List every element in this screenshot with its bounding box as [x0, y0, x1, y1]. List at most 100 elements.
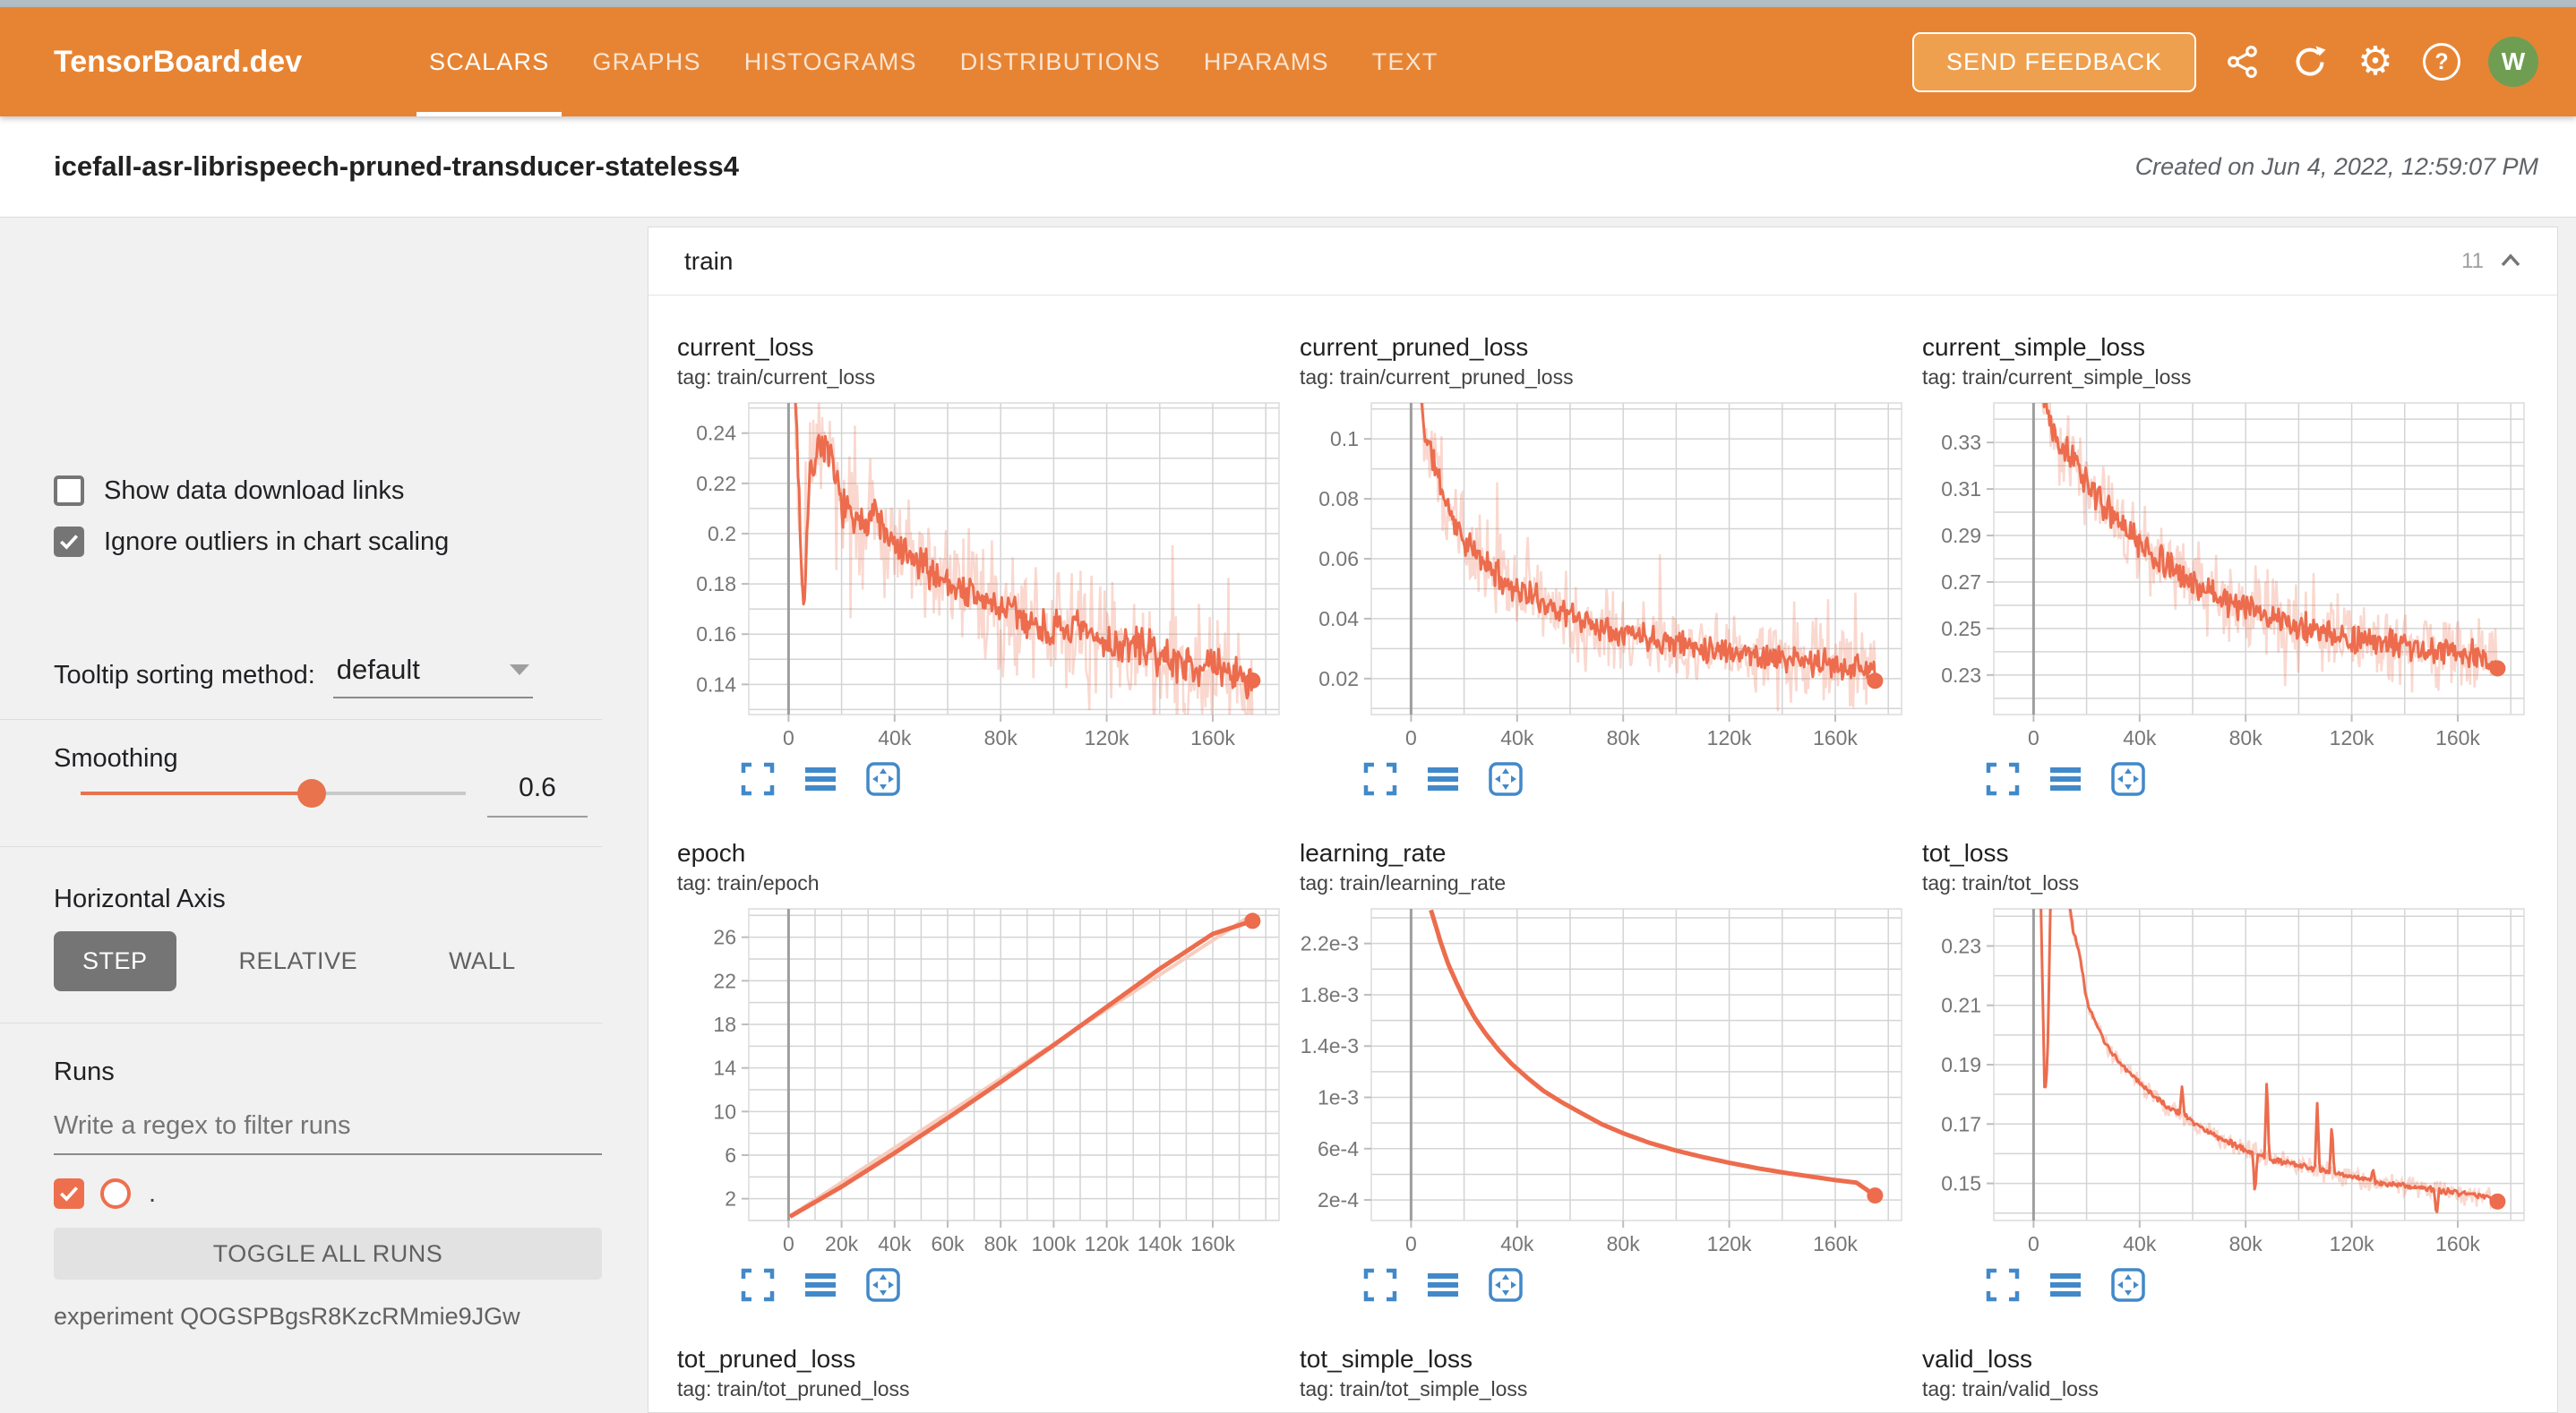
run-color-swatch-icon[interactable] — [100, 1178, 131, 1209]
run-checkbox[interactable] — [54, 1178, 84, 1209]
tooltip-sorting-value: default — [337, 654, 420, 686]
chart-plot-learning_rate[interactable]: 040k80k120k160k2.2e-31.8e-31.4e-31e-36e-… — [1298, 902, 1907, 1260]
tab-scalars[interactable]: SCALARS — [408, 7, 571, 116]
show-download-links-row: Show data download links — [54, 475, 404, 506]
svg-text:40k: 40k — [878, 1232, 912, 1255]
axis-option-step[interactable]: STEP — [54, 931, 176, 991]
runs-filter-input[interactable] — [54, 1111, 602, 1155]
tab-hparams[interactable]: HPARAMS — [1182, 7, 1351, 116]
data-table-icon[interactable] — [1425, 1267, 1461, 1303]
fit-domain-icon[interactable] — [1488, 1267, 1524, 1303]
svg-text:0.23: 0.23 — [1941, 664, 1981, 687]
user-avatar[interactable]: W — [2488, 37, 2538, 87]
svg-text:0.21: 0.21 — [1941, 994, 1981, 1017]
expand-chart-icon[interactable] — [1985, 1267, 2021, 1303]
share-icon[interactable] — [2223, 42, 2263, 81]
help-question-glyph: ? — [2423, 43, 2460, 81]
toggle-all-runs-button[interactable]: TOGGLE ALL RUNS — [54, 1228, 602, 1280]
svg-text:100k: 100k — [1031, 1232, 1076, 1255]
svg-text:120k: 120k — [2330, 726, 2374, 749]
expand-chart-icon[interactable] — [1362, 1267, 1398, 1303]
tab-text[interactable]: TEXT — [1351, 7, 1460, 116]
chart-tag: tag: train/current_loss — [677, 365, 875, 390]
chart-title: current_loss — [677, 333, 814, 362]
settings-gear-icon[interactable]: ⚙ — [2356, 42, 2395, 81]
run-name: . — [149, 1179, 156, 1209]
run-list-item: . — [54, 1178, 156, 1209]
fit-domain-icon[interactable] — [1488, 761, 1524, 797]
tab-distributions[interactable]: DISTRIBUTIONS — [939, 7, 1182, 116]
fit-domain-icon[interactable] — [865, 761, 901, 797]
window-top-strip — [0, 0, 2576, 7]
tooltip-sorting-label: Tooltip sorting method: — [54, 661, 315, 690]
chart-actions — [1985, 1267, 2146, 1303]
data-table-icon[interactable] — [1425, 761, 1461, 797]
axis-option-relative[interactable]: RELATIVE — [210, 931, 387, 991]
chart-title: current_simple_loss — [1922, 333, 2145, 362]
data-table-icon[interactable] — [2048, 1267, 2083, 1303]
svg-text:0.15: 0.15 — [1941, 1172, 1981, 1195]
svg-text:40k: 40k — [1500, 726, 1534, 749]
chart-card-current_loss: current_losstag: train/current_loss040k8… — [675, 317, 1284, 823]
chart-plot-current_loss[interactable]: 040k80k120k160k0.240.220.20.180.160.14 — [675, 396, 1284, 754]
settings-sidebar: Show data download links Ignore outliers… — [0, 218, 627, 1413]
collapse-caret-icon[interactable] — [2496, 247, 2525, 276]
svg-text:40k: 40k — [1500, 1232, 1534, 1255]
chart-actions — [740, 1267, 901, 1303]
expand-chart-icon[interactable] — [1985, 761, 2021, 797]
train-section-header[interactable]: train 11 — [648, 227, 2557, 295]
svg-text:2.2e-3: 2.2e-3 — [1301, 932, 1359, 955]
data-table-icon[interactable] — [803, 1267, 838, 1303]
chart-plot-tot_loss[interactable]: 040k80k120k160k0.230.210.190.170.15 — [1920, 902, 2529, 1260]
ignore-outliers-row: Ignore outliers in chart scaling — [54, 527, 449, 557]
data-table-icon[interactable] — [2048, 761, 2083, 797]
chart-title: valid_loss — [1922, 1345, 2032, 1374]
fit-domain-icon[interactable] — [2110, 1267, 2146, 1303]
svg-text:0.31: 0.31 — [1941, 477, 1981, 501]
chart-actions — [1985, 761, 2146, 797]
fit-domain-icon[interactable] — [865, 1267, 901, 1303]
runs-heading: Runs — [54, 1058, 115, 1087]
smoothing-slider-knob[interactable] — [297, 779, 326, 808]
expand-chart-icon[interactable] — [740, 761, 776, 797]
tab-graphs[interactable]: GRAPHS — [571, 7, 722, 116]
horizontal-axis-buttons: STEP RELATIVE WALL — [54, 931, 545, 991]
svg-text:120k: 120k — [2330, 1232, 2374, 1255]
chart-title: epoch — [677, 839, 745, 868]
axis-option-wall[interactable]: WALL — [420, 931, 545, 991]
help-icon[interactable]: ? — [2422, 42, 2461, 81]
expand-chart-icon[interactable] — [740, 1267, 776, 1303]
chart-plot-current_pruned_loss[interactable]: 040k80k120k160k0.10.080.060.040.02 — [1298, 396, 1907, 754]
chart-tag: tag: train/valid_loss — [1922, 1377, 2099, 1401]
ignore-outliers-checkbox[interactable] — [54, 527, 84, 557]
chart-plot-epoch[interactable]: 020k40k60k80k100k120k140k160k26221814106… — [675, 902, 1284, 1260]
chart-plot-current_simple_loss[interactable]: 040k80k120k160k0.330.310.290.270.250.23 — [1920, 396, 2529, 754]
smoothing-value[interactable]: 0.6 — [487, 773, 588, 818]
fit-domain-icon[interactable] — [2110, 761, 2146, 797]
svg-text:0.24: 0.24 — [696, 422, 736, 445]
tooltip-sorting-select[interactable]: default — [333, 652, 533, 698]
ignore-outliers-label: Ignore outliers in chart scaling — [104, 527, 449, 557]
smoothing-slider[interactable] — [81, 792, 466, 795]
svg-text:10: 10 — [713, 1100, 736, 1123]
svg-text:1e-3: 1e-3 — [1318, 1086, 1359, 1109]
show-download-links-checkbox[interactable] — [54, 475, 84, 506]
tab-histograms[interactable]: HISTOGRAMS — [723, 7, 939, 116]
chart-card-tot_pruned_loss: tot_pruned_losstag: train/tot_pruned_los… — [675, 1329, 1284, 1413]
train-section-card: train 11 current_loss tag: train/current_… — [648, 227, 2558, 1413]
svg-text:0.19: 0.19 — [1941, 1053, 1981, 1076]
svg-text:0.02: 0.02 — [1318, 667, 1359, 690]
refresh-icon[interactable] — [2289, 42, 2329, 81]
svg-text:160k: 160k — [1190, 726, 1235, 749]
svg-text:18: 18 — [713, 1013, 736, 1036]
svg-text:120k: 120k — [1085, 726, 1129, 749]
svg-text:0.22: 0.22 — [696, 472, 736, 495]
chart-title: tot_pruned_loss — [677, 1345, 855, 1374]
send-feedback-button[interactable]: SEND FEEDBACK — [1912, 32, 2196, 92]
expand-chart-icon[interactable] — [1362, 761, 1398, 797]
svg-text:0.1: 0.1 — [1330, 427, 1359, 450]
data-table-icon[interactable] — [803, 761, 838, 797]
chart-tag: tag: train/learning_rate — [1300, 871, 1506, 895]
svg-text:20k: 20k — [825, 1232, 859, 1255]
nav-tabs: SCALARSGRAPHSHISTOGRAMSDISTRIBUTIONSHPAR… — [408, 7, 1460, 116]
